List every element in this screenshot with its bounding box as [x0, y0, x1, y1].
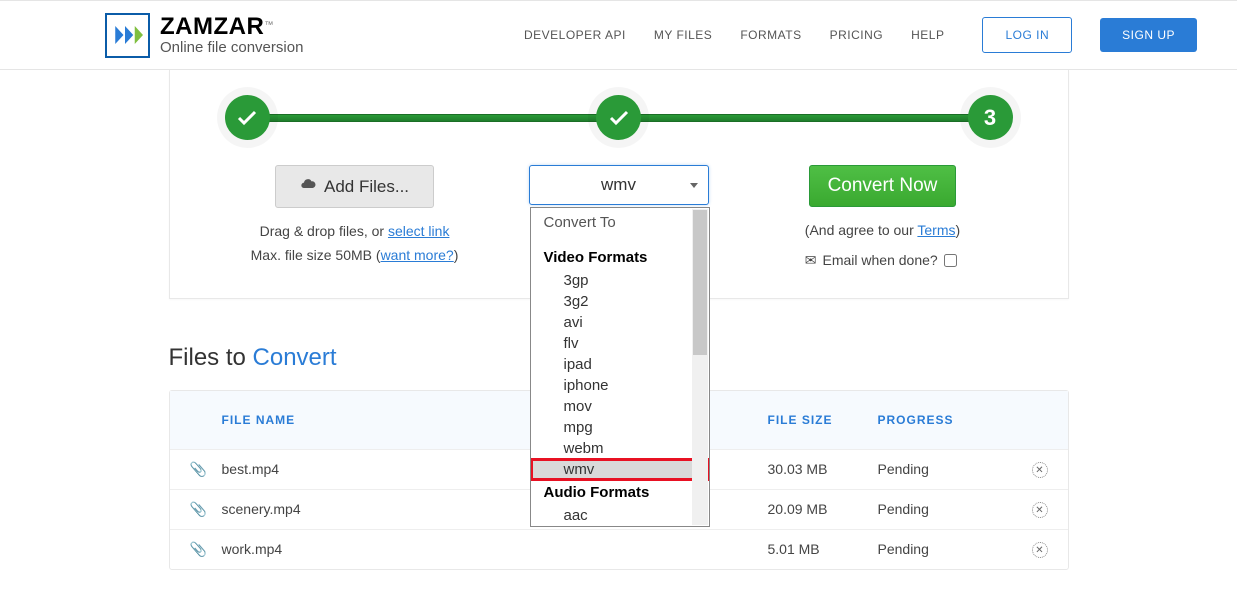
step-3: 3	[968, 95, 1013, 140]
dropdown-item-mpg[interactable]: mpg	[531, 417, 709, 438]
dropdown-scroll-thumb[interactable]	[693, 210, 707, 355]
brand-tagline: Online file conversion	[160, 39, 303, 56]
file-size: 30.03 MB	[768, 461, 878, 477]
logo-text: ZAMZAR™ Online file conversion	[160, 15, 303, 56]
format-dropdown: Convert To Video Formats 3gp 3g2 avi flv…	[530, 207, 710, 527]
convert-panel: 3 Add Files... Drag & drop files, or sel…	[169, 70, 1069, 299]
upload-icon	[300, 176, 316, 197]
step-2-done	[596, 95, 641, 140]
dropdown-item-iphone[interactable]: iphone	[531, 375, 709, 396]
dropdown-item-webm[interactable]: webm	[531, 438, 709, 459]
check-icon	[235, 106, 259, 130]
hint-drag: Drag & drop files, or	[260, 223, 388, 239]
dropdown-item-3gp[interactable]: 3gp	[531, 270, 709, 291]
brand-title: ZAMZAR	[160, 13, 264, 40]
check-icon	[607, 106, 631, 130]
dropdown-header: Convert To	[531, 208, 709, 237]
login-button[interactable]: LOG IN	[982, 17, 1072, 53]
step-1-done	[225, 95, 270, 140]
attachment-icon: 📎	[190, 541, 222, 558]
add-files-button[interactable]: Add Files...	[275, 165, 434, 208]
attachment-icon: 📎	[190, 501, 222, 518]
step-line-1	[266, 114, 601, 122]
file-progress: Pending	[878, 461, 1018, 477]
dropdown-item-ipad[interactable]: ipad	[531, 354, 709, 375]
hint-size-pre: Max. file size 50MB (	[251, 247, 381, 263]
email-label: Email when done?	[823, 249, 938, 273]
format-selected-value: wmv	[601, 175, 636, 195]
file-progress: Pending	[878, 501, 1018, 517]
title-b: Convert	[253, 344, 337, 371]
agree-pre: (And agree to our	[805, 222, 918, 238]
th-progress: PROGRESS	[878, 413, 1018, 427]
remove-file-button[interactable]: ✕	[1032, 542, 1048, 558]
table-row: 📎 work.mp4 5.01 MB Pending ✕	[170, 529, 1068, 569]
terms-link[interactable]: Terms	[917, 222, 955, 238]
dropdown-item-wmv[interactable]: wmv	[531, 459, 709, 480]
nav-help[interactable]: HELP	[911, 28, 944, 42]
step-line-2	[637, 114, 972, 122]
dropdown-item-aac[interactable]: aac	[531, 505, 709, 526]
title-a: Files to	[169, 344, 253, 371]
remove-file-button[interactable]: ✕	[1032, 462, 1048, 478]
signup-button[interactable]: SIGN UP	[1100, 18, 1197, 52]
trademark: ™	[264, 19, 273, 29]
dropdown-item-3g2[interactable]: 3g2	[531, 291, 709, 312]
agree-post: )	[956, 222, 961, 238]
logo-icon	[105, 13, 150, 58]
attachment-icon: 📎	[190, 461, 222, 478]
nav-my-files[interactable]: MY FILES	[654, 28, 712, 42]
envelope-icon: ✉	[805, 249, 817, 273]
th-size: FILE SIZE	[768, 413, 878, 427]
nav-formats[interactable]: FORMATS	[740, 28, 801, 42]
dropdown-group-video: Video Formats	[531, 245, 709, 270]
nav-pricing[interactable]: PRICING	[830, 28, 884, 42]
select-link[interactable]: select link	[388, 223, 449, 239]
convert-hints: (And agree to our Terms) ✉ Email when do…	[805, 219, 960, 273]
logo[interactable]: ZAMZAR™ Online file conversion	[105, 13, 303, 58]
step-3-column: Convert Now (And agree to our Terms) ✉ E…	[752, 165, 1012, 273]
remove-file-button[interactable]: ✕	[1032, 502, 1048, 518]
email-checkbox[interactable]	[944, 254, 957, 267]
dropdown-item-avi[interactable]: avi	[531, 312, 709, 333]
add-files-label: Add Files...	[324, 177, 409, 197]
nav-developer-api[interactable]: DEVELOPER API	[524, 28, 626, 42]
dropdown-scrollbar[interactable]	[692, 209, 708, 525]
step-2-column: wmv Convert To Video Formats 3gp 3g2 avi…	[488, 165, 748, 205]
file-size: 20.09 MB	[768, 501, 878, 517]
upload-hints: Drag & drop files, or select link Max. f…	[251, 220, 459, 268]
format-select[interactable]: wmv	[529, 165, 709, 205]
step-1-column: Add Files... Drag & drop files, or selec…	[225, 165, 485, 268]
dropdown-item-mov[interactable]: mov	[531, 396, 709, 417]
file-size: 5.01 MB	[768, 541, 878, 557]
hint-size-post: )	[454, 247, 459, 263]
nav: DEVELOPER API MY FILES FORMATS PRICING H…	[524, 17, 1197, 53]
step-indicator: 3	[225, 70, 1013, 140]
convert-button[interactable]: Convert Now	[809, 165, 957, 207]
file-progress: Pending	[878, 541, 1018, 557]
want-more-link[interactable]: want more?	[381, 247, 454, 263]
dropdown-item-flv[interactable]: flv	[531, 333, 709, 354]
file-name: work.mp4	[222, 541, 768, 557]
header: ZAMZAR™ Online file conversion DEVELOPER…	[0, 0, 1237, 70]
dropdown-group-audio: Audio Formats	[531, 480, 709, 505]
